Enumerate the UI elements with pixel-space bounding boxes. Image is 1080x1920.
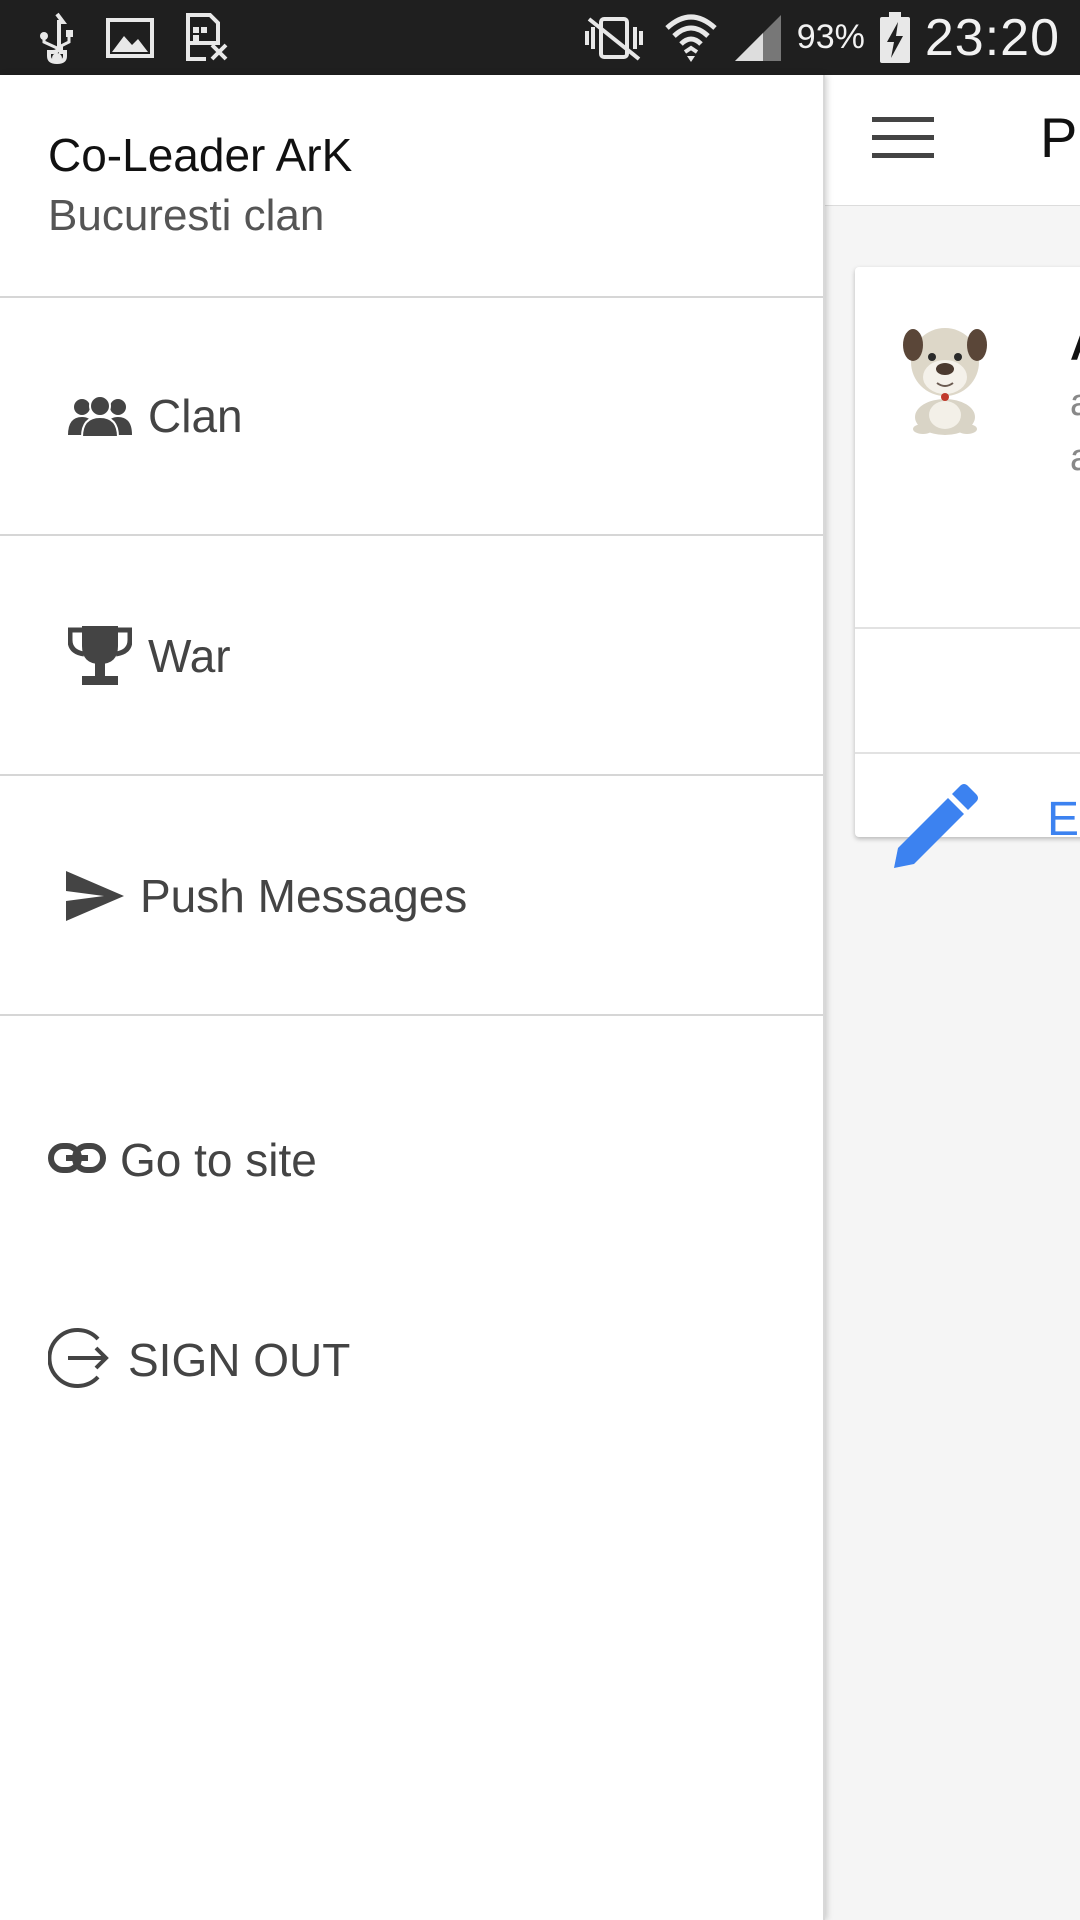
profile-line2-partial: a xyxy=(1070,437,1080,480)
menu-icon[interactable] xyxy=(872,115,934,166)
nav-item-clan[interactable]: Clan xyxy=(0,298,823,536)
nav-item-label: Push Messages xyxy=(140,870,468,922)
nav-item-push-messages[interactable]: Push Messages xyxy=(0,778,823,1016)
dog-avatar-icon xyxy=(895,317,995,442)
battery-percent: 93% xyxy=(796,18,865,56)
sign-out-label: SIGN OUT xyxy=(128,1334,351,1386)
send-icon xyxy=(64,869,126,923)
nav-item-label: Clan xyxy=(148,390,243,442)
pencil-icon[interactable] xyxy=(890,782,980,877)
vibrate-mute-icon xyxy=(579,15,649,61)
sim-card-x-icon xyxy=(184,12,230,63)
background-app: P A a a xyxy=(825,75,1080,1920)
navigation-drawer: Co-Leader ArK Bucuresti clan Clan War Pu… xyxy=(0,75,825,1920)
link-icon xyxy=(48,1140,106,1181)
signal-icon xyxy=(733,13,783,63)
profile-line1-partial: a xyxy=(1070,382,1080,425)
go-to-site-label: Go to site xyxy=(120,1134,317,1186)
profile-card: A a a Edi xyxy=(855,267,1080,868)
status-bar-notifications xyxy=(38,10,230,65)
status-bar: 93% 23:20 xyxy=(0,0,1080,75)
nav-item-war[interactable]: War xyxy=(0,538,823,776)
background-title: P xyxy=(1040,106,1078,169)
usb-icon xyxy=(38,12,76,64)
background-toolbar: P xyxy=(825,75,1080,206)
clock: 23:20 xyxy=(924,8,1060,67)
profile-name-partial: A xyxy=(1070,322,1080,370)
sign-out-button[interactable]: SIGN OUT xyxy=(47,1320,351,1400)
user-name: Co-Leader ArK xyxy=(48,129,353,181)
card-divider xyxy=(855,627,1080,629)
card-divider xyxy=(855,752,1080,754)
battery-charging-icon xyxy=(879,11,911,64)
trophy-icon xyxy=(68,624,132,688)
group-icon xyxy=(68,395,132,437)
drawer-header: Co-Leader ArK Bucuresti clan xyxy=(0,75,823,298)
clan-name: Bucuresti clan xyxy=(48,191,325,240)
wifi-icon xyxy=(663,12,719,64)
status-bar-system: 93% 23:20 xyxy=(579,0,1060,75)
go-to-site-link[interactable]: Go to site xyxy=(48,1120,317,1200)
nav-item-label: War xyxy=(148,630,231,682)
image-icon xyxy=(106,17,154,58)
edit-button-partial[interactable]: Edi xyxy=(1047,792,1080,847)
sign-out-icon xyxy=(47,1325,114,1396)
